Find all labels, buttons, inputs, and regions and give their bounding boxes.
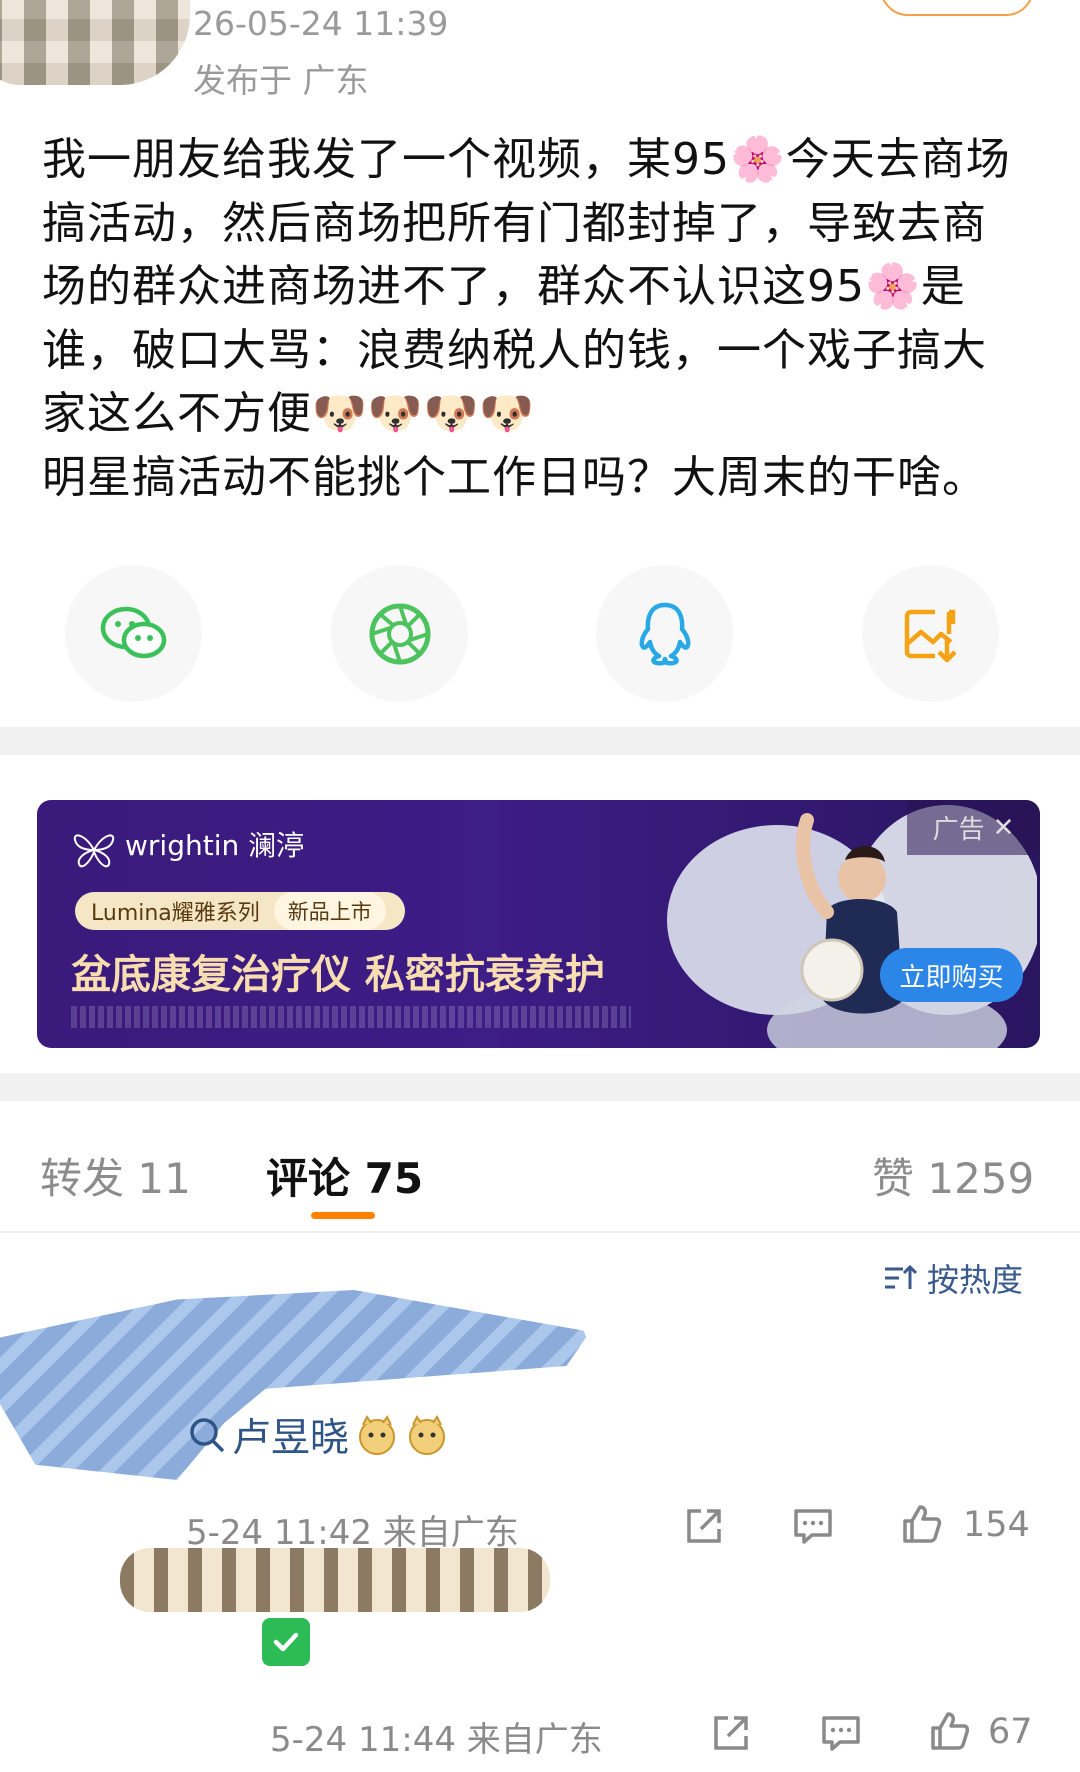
sort-hot-button[interactable]: 按热度 [883,1255,1023,1301]
share-moments-button[interactable] [331,565,468,702]
husky-emoji-icon: 🐶 [479,388,536,439]
butterfly-logo-icon [73,834,115,868]
post-text-segment: 家这么不方便 [42,388,312,439]
tab-comments[interactable]: 评论 75 [266,1145,423,1206]
ad-close-button[interactable]: 广告 ✕ [907,800,1040,855]
ad-pill: Lumina耀雅系列 新品上市 [75,892,405,930]
post-line: 明星搞活动不能挑个工作日吗？大周末的干啥。 [42,451,987,503]
wechat-icon [100,606,166,658]
like-icon[interactable] [901,1503,943,1545]
ad-headline: 盆底康复治疗仪 私密抗衰养护 [71,952,605,998]
like-count: 67 [988,1712,1033,1752]
close-icon: ✕ [992,812,1015,843]
mention-name: 卢昱晓 [232,1416,350,1461]
share-qq-button[interactable] [596,565,733,702]
post-text-segment: 我一朋友给我发了一个视频，某95 [42,134,730,185]
sort-label: 按热度 [927,1261,1024,1299]
post-text-segment: 今天去商场 [785,134,1011,185]
avatar[interactable] [0,0,190,85]
post-text: 我一朋友给我发了一个视频，某95🌸今天去商场 搞活动，然后商场把所有门都封掉了，… [42,128,1042,509]
husky-emoji-icon: 🐶 [367,388,424,439]
tab-repost[interactable]: 转发 11 [40,1145,191,1206]
post-time: 26-05-24 11:39 [193,4,449,43]
like-count: 154 [963,1505,1030,1545]
post-text-segment: 是 [920,261,966,312]
ad-new-badge: 新品上市 [273,892,386,930]
save-image-button[interactable] [862,565,999,702]
comment-icon[interactable] [792,1505,834,1547]
husky-emoji-icon: 🐶 [423,388,480,439]
flower-emoji-icon: 🌸 [730,134,786,185]
ad-brand: wrightin 澜渟 [125,829,305,862]
post-line: 场的群众进商场进不了，群众不认识这95🌸是 [42,255,1042,319]
active-tab-indicator [311,1212,375,1219]
comment-meta: 5-24 11:42 来自广东 [186,1513,519,1553]
share-icon[interactable] [710,1712,752,1754]
comment-icon[interactable] [820,1712,862,1754]
flower-emoji-icon: 🌸 [865,261,921,312]
husky-emoji-icon: 🐶 [312,388,368,439]
share-wechat-button[interactable] [65,565,202,702]
post-location: 发布于 广东 [193,61,369,100]
moments-icon [369,603,430,664]
follow-button[interactable] [880,0,1034,16]
post-line: 家这么不方便🐶🐶🐶🐶 [42,382,1042,446]
section-divider [0,1073,1080,1101]
verified-badge [262,1618,310,1666]
ad-tag-label: 广告 [932,815,985,845]
section-divider [0,727,1080,755]
doge-emoji-icon [359,1415,396,1455]
search-icon [190,1418,225,1453]
buy-now-button[interactable]: 立即购买 [880,948,1023,1002]
qq-icon [639,602,690,665]
comment-meta: 5-24 11:44 来自广东 [270,1720,603,1760]
post-text-segment: 场的群众进商场进不了，群众不认识这95 [42,261,865,312]
save-image-icon [904,609,957,662]
ad-fine-print [71,1006,631,1028]
redacted-username [120,1548,550,1612]
sort-icon [885,1264,917,1289]
share-icon[interactable] [683,1505,725,1547]
ad-series: Lumina耀雅系列 [91,901,260,926]
ad-banner[interactable]: wrightin 澜渟 Lumina耀雅系列 新品上市 盆底康复治疗仪 私密抗衰… [37,800,1040,1048]
doge-emoji-icon [409,1415,446,1455]
post-line: 我一朋友给我发了一个视频，某95🌸今天去商场 [42,128,1042,192]
like-icon[interactable] [929,1710,971,1752]
post-line: 谁，破口大骂：浪费纳税人的钱，一个戏子搞大 [42,324,987,376]
post-line: 搞活动，然后商场把所有门都封掉了，导致去商 [42,197,987,249]
check-icon [273,1632,299,1652]
tab-divider [0,1231,1080,1233]
tab-likes[interactable]: 赞 1259 [872,1145,1034,1206]
search-mention-link[interactable]: 卢昱晓 [188,1407,449,1463]
